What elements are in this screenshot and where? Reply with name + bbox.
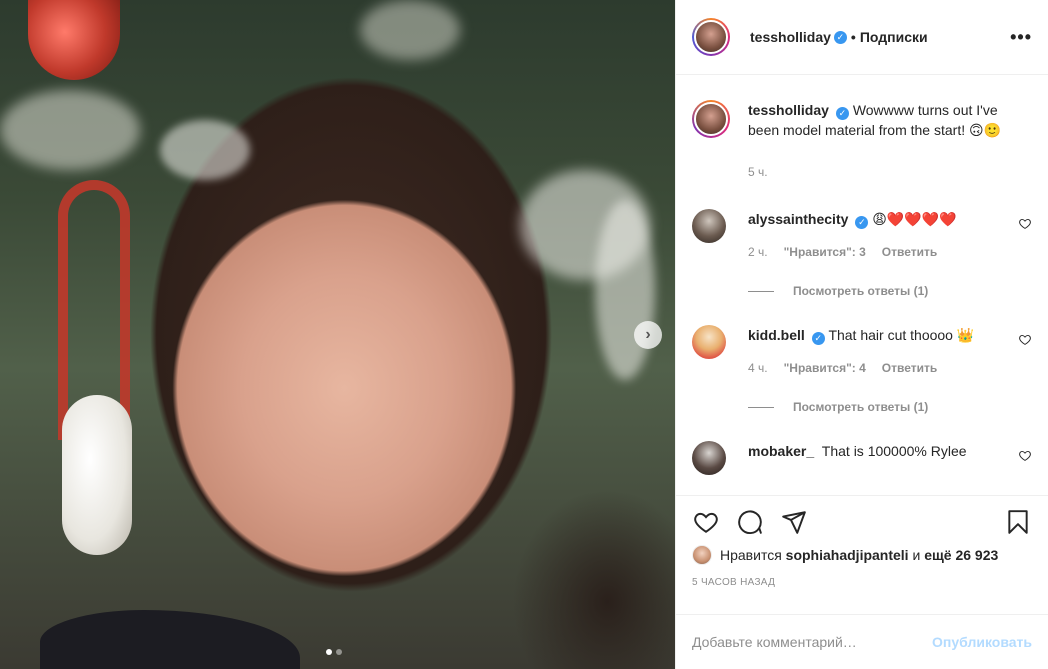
view-replies-button[interactable]: Посмотреть ответы (1) xyxy=(748,284,1032,298)
caption: tessholliday ✓ Wowwww turns out I've been… xyxy=(692,75,1032,182)
paper-plane-icon xyxy=(782,511,806,534)
comment-likes[interactable]: "Нравится": 4 xyxy=(784,358,866,378)
separator: • xyxy=(850,29,856,45)
more-options-icon[interactable]: ••• xyxy=(1010,27,1032,48)
shirt xyxy=(40,610,300,669)
divider xyxy=(748,290,774,292)
post-actions: Нравится sophiahadjipanteli и ещё 26 923… xyxy=(676,495,1048,588)
post-photo[interactable]: › xyxy=(0,0,675,669)
like-comment-heart-icon[interactable] xyxy=(1018,333,1032,346)
verified-badge-icon: ✓ xyxy=(833,30,847,44)
likes-count[interactable]: ещё 26 923 xyxy=(924,547,998,563)
like-comment-heart-icon[interactable] xyxy=(1018,217,1032,230)
ornament xyxy=(62,395,132,555)
like-button[interactable] xyxy=(692,508,720,536)
comment-meta: 2 ч. "Нравится": 3 Ответить xyxy=(748,242,1006,262)
avatar[interactable] xyxy=(692,100,730,138)
post-comment-button[interactable]: Опубликовать xyxy=(932,634,1032,650)
caption-time[interactable]: 5 ч. xyxy=(748,162,768,182)
action-icons xyxy=(692,508,1032,536)
verified-badge-icon: ✓ xyxy=(811,331,825,345)
avatar[interactable] xyxy=(692,545,712,565)
comment-bubble-icon xyxy=(738,510,762,535)
save-button[interactable] xyxy=(1004,508,1032,536)
comment-likes[interactable]: "Нравится": 3 xyxy=(784,242,866,262)
share-button[interactable] xyxy=(780,508,808,536)
tinsel xyxy=(0,90,140,170)
avatar[interactable] xyxy=(692,209,726,243)
view-replies-label: Посмотреть ответы (1) xyxy=(793,400,929,414)
comment-time[interactable]: 4 ч. xyxy=(748,358,768,378)
tinsel xyxy=(160,120,250,180)
reply-button[interactable]: Ответить xyxy=(882,242,937,262)
bookmark-icon xyxy=(1008,510,1028,534)
avatar[interactable] xyxy=(692,325,726,359)
comment: mobaker_ That is 100000% Rylee xyxy=(692,414,1032,475)
post-header: tessholliday ✓ • Подписки ••• xyxy=(676,0,1048,75)
view-replies-button[interactable]: Посмотреть ответы (1) xyxy=(748,400,1032,414)
comment-body: alyssainthecity ✓ 😩❤️❤️❤️❤️ 2 ч. "Нравитс… xyxy=(748,209,1006,262)
chevron-right-icon: › xyxy=(645,326,651,343)
comment-body: kidd.bell ✓ That hair cut thoooo 👑 4 ч. "… xyxy=(748,325,1006,378)
post-side-panel: tessholliday ✓ • Подписки ••• tesshollid… xyxy=(675,0,1048,669)
caption-meta: 5 ч. xyxy=(748,162,1032,182)
caption-body: tessholliday ✓ Wowwww turns out I've been… xyxy=(748,100,1032,182)
likes-conj: и xyxy=(912,547,921,563)
comment-text: That is 100000% Rylee xyxy=(821,443,967,459)
comment-composer: Опубликовать xyxy=(676,614,1048,669)
carousel-dot xyxy=(336,649,342,655)
comment: alyssainthecity ✓ 😩❤️❤️❤️❤️ 2 ч. "Нравитс… xyxy=(692,182,1032,262)
like-comment-heart-icon[interactable] xyxy=(1018,449,1032,462)
avatar[interactable] xyxy=(692,441,726,475)
comment-text: 😩❤️❤️❤️❤️ xyxy=(872,211,957,227)
heart-icon xyxy=(694,512,718,533)
comment-text: That hair cut thoooo 👑 xyxy=(828,327,975,343)
comments-list[interactable]: tessholliday ✓ Wowwww turns out I've been… xyxy=(676,75,1048,495)
following-button[interactable]: Подписки xyxy=(860,29,928,45)
comment-username[interactable]: kidd.bell xyxy=(748,327,805,343)
reply-button[interactable]: Ответить xyxy=(882,358,937,378)
verified-badge-icon: ✓ xyxy=(835,106,849,120)
likes-user[interactable]: sophiahadjipanteli xyxy=(786,547,909,563)
comment-time[interactable]: 2 ч. xyxy=(748,242,768,262)
comment-body: mobaker_ That is 100000% Rylee xyxy=(748,441,1006,475)
avatar[interactable] xyxy=(692,18,730,56)
tinsel xyxy=(360,0,460,60)
comment: kidd.bell ✓ That hair cut thoooo 👑 4 ч. "… xyxy=(692,298,1032,378)
likes-summary: Нравится sophiahadjipanteli и ещё 26 923 xyxy=(692,545,1032,565)
likes-prefix: Нравится xyxy=(720,547,782,563)
divider xyxy=(748,406,774,408)
comment-username[interactable]: mobaker_ xyxy=(748,443,814,459)
comment-button[interactable] xyxy=(736,508,764,536)
comment-meta: 4 ч. "Нравится": 4 Ответить xyxy=(748,358,1006,378)
tinsel xyxy=(595,200,655,380)
post-timestamp[interactable]: 5 ЧАСОВ НАЗАД xyxy=(692,577,1032,588)
next-photo-button[interactable]: › xyxy=(634,321,662,349)
caption-username[interactable]: tessholliday xyxy=(748,102,829,118)
comment-username[interactable]: alyssainthecity xyxy=(748,211,848,227)
ornament xyxy=(28,0,120,80)
carousel-dot-active xyxy=(326,649,332,655)
view-replies-label: Посмотреть ответы (1) xyxy=(793,284,929,298)
author-username[interactable]: tessholliday xyxy=(750,29,831,45)
carousel-indicator xyxy=(326,649,342,655)
verified-badge-icon: ✓ xyxy=(855,215,869,229)
comment-input[interactable] xyxy=(692,634,933,650)
